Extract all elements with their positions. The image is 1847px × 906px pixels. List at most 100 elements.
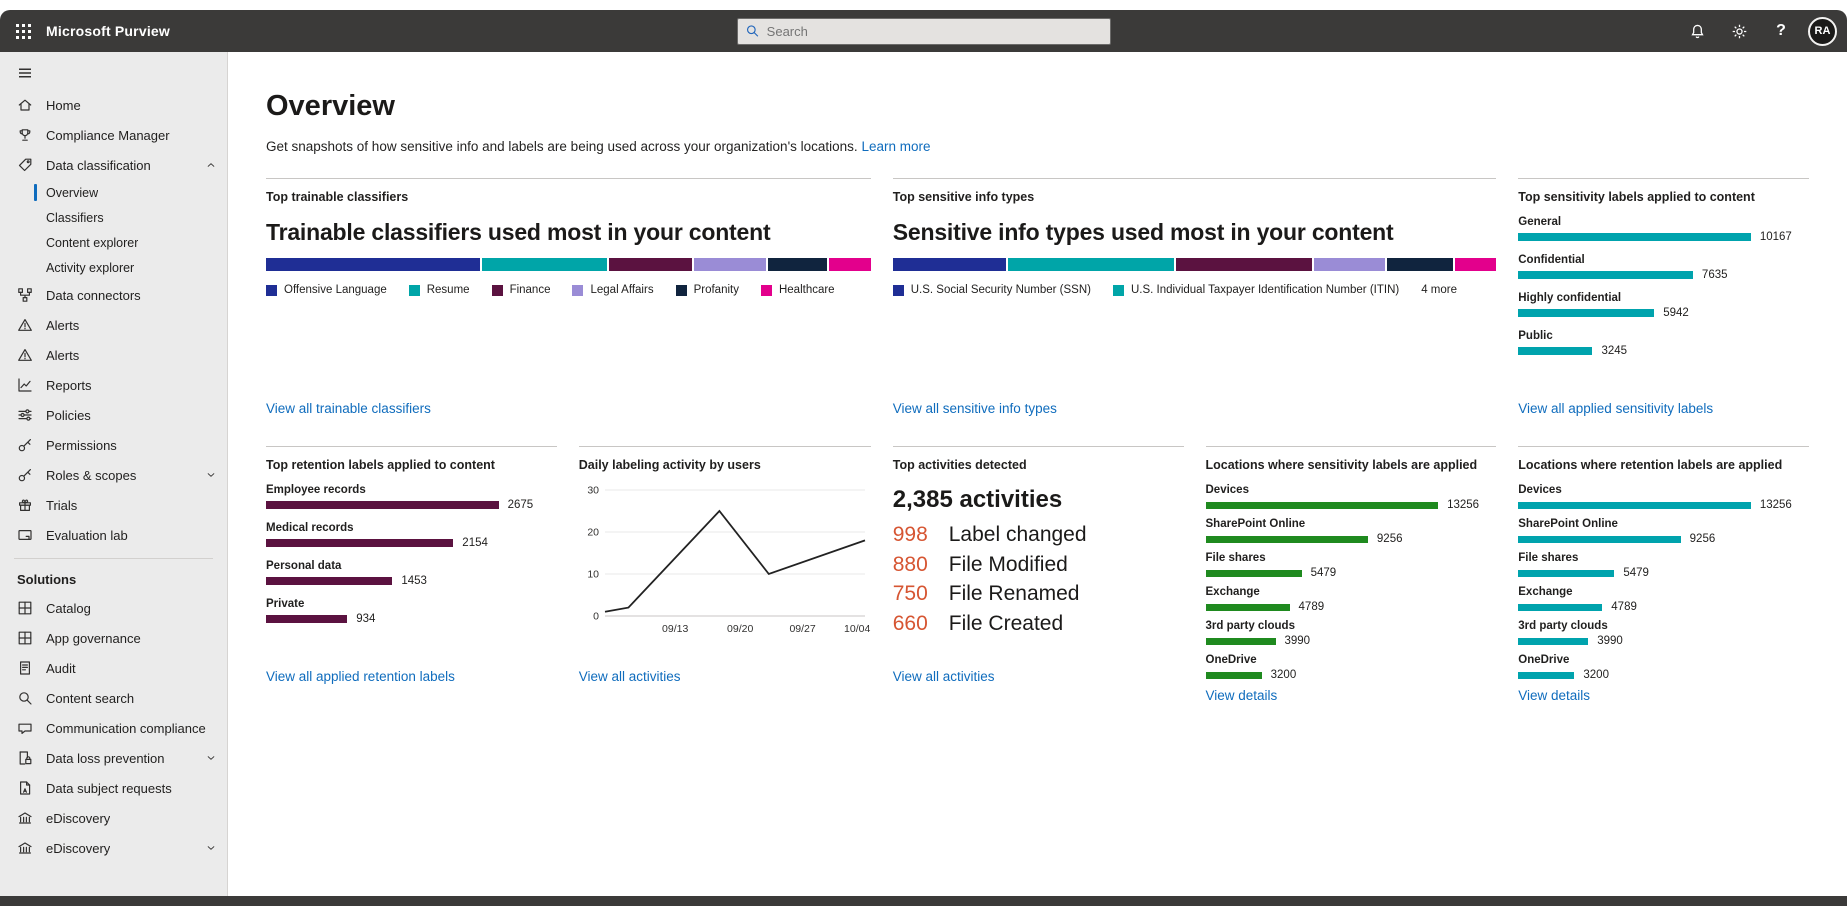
account-avatar[interactable]: RA xyxy=(1808,17,1837,46)
legend-label: Healthcare xyxy=(779,284,835,296)
sidebar-item-classifiers[interactable]: Classifiers xyxy=(0,205,227,230)
chevron-down-icon xyxy=(205,752,217,764)
bar-track: 3245 xyxy=(1518,345,1809,357)
sidebar-item-overview[interactable]: Overview xyxy=(0,180,227,205)
card-label: Top sensitive info types xyxy=(893,190,1497,204)
bar-row-sharepoint-online: SharePoint Online9256 xyxy=(1518,518,1809,545)
bar-track: 5479 xyxy=(1206,567,1497,579)
sidebar-item-ediscovery[interactable]: eDiscovery xyxy=(0,803,227,833)
legend-swatch xyxy=(1113,285,1124,296)
view-all-applied-retention-labels-link[interactable]: View all applied retention labels xyxy=(266,669,455,688)
view-all-sensitive-info-types-link[interactable]: View all sensitive info types xyxy=(893,401,1057,420)
bar-segment xyxy=(1387,258,1452,271)
sidebar-item-catalog[interactable]: Catalog xyxy=(0,593,227,623)
bar-value: 3990 xyxy=(1597,635,1623,647)
bar-segment-finance xyxy=(609,258,692,271)
sidebar-item-content-search[interactable]: Content search xyxy=(0,683,227,713)
sidebar-item-alerts[interactable]: Alerts xyxy=(0,310,227,340)
bell-icon xyxy=(1689,23,1706,40)
sidebar-item-roles-scopes[interactable]: Roles & scopes xyxy=(0,460,227,490)
x-tick-label: 09/27 xyxy=(789,623,815,635)
bar-value: 9256 xyxy=(1690,533,1716,545)
help-button[interactable]: ? xyxy=(1766,16,1796,46)
x-tick-label: 09/20 xyxy=(727,623,753,635)
bar-segment xyxy=(1455,258,1497,271)
bar-row-employee-records: Employee records2675 xyxy=(266,484,557,511)
legend-entry-healthcare: Healthcare xyxy=(761,284,835,296)
bar-category-label: General xyxy=(1518,216,1809,228)
sidebar-item-home[interactable]: Home xyxy=(0,90,227,120)
bar-category-label: Public xyxy=(1518,330,1809,342)
bar-fill xyxy=(1518,309,1654,317)
learn-more-link[interactable]: Learn more xyxy=(861,139,930,154)
activity-label: File Modified xyxy=(949,552,1068,578)
legend-swatch xyxy=(266,285,277,296)
settings-button[interactable] xyxy=(1724,16,1754,46)
card-retention-labels: Top retention labels applied to content … xyxy=(266,446,557,688)
sidebar-item-reports[interactable]: Reports xyxy=(0,370,227,400)
bar-value: 3200 xyxy=(1271,669,1297,681)
sidebar-item-ediscovery[interactable]: eDiscovery xyxy=(0,833,227,863)
bar-fill xyxy=(1518,638,1588,645)
bar-track: 5479 xyxy=(1518,567,1809,579)
activity-label: File Created xyxy=(949,611,1063,637)
view-all-applied-sensitivity-labels-link[interactable]: View all applied sensitivity labels xyxy=(1518,401,1713,420)
warning-icon xyxy=(17,347,33,363)
legend-entry-finance: Finance xyxy=(492,284,551,296)
bar-segment-u-s-social-security-number-ssn xyxy=(893,258,1006,271)
bar-category-label: OneDrive xyxy=(1518,654,1809,666)
sidebar-item-alerts[interactable]: Alerts xyxy=(0,340,227,370)
sidebar-item-evaluation-lab[interactable]: Evaluation lab xyxy=(0,520,227,550)
sidebar-item-data-classification[interactable]: Data classification xyxy=(0,150,227,180)
sidebar-item-data-subject-requests[interactable]: Data subject requests xyxy=(0,773,227,803)
legend-label: U.S. Social Security Number (SSN) xyxy=(911,284,1091,296)
legend-label: U.S. Individual Taxpayer Identification … xyxy=(1131,284,1399,296)
view-all-activities-link[interactable]: View all activities xyxy=(893,669,995,688)
bar-segment-resume xyxy=(482,258,607,271)
app-launcher-waffle-icon[interactable] xyxy=(0,10,46,52)
bar-row-private: Private934 xyxy=(266,598,557,625)
view-all-activities-link[interactable]: View all activities xyxy=(579,669,681,688)
search-input[interactable] xyxy=(767,24,1102,39)
bar-segment xyxy=(1176,258,1313,271)
bar-list: General10167Confidential7635Highly confi… xyxy=(1518,216,1809,357)
sidebar-item-label: Trials xyxy=(46,498,77,513)
legend-entry-u-s-individual-taxpayer-identification-number-itin: U.S. Individual Taxpayer Identification … xyxy=(1113,284,1399,296)
sidebar-item-communication-compliance[interactable]: Communication compliance xyxy=(0,713,227,743)
sidebar-item-data-loss-prevention[interactable]: Data loss prevention xyxy=(0,743,227,773)
sidebar-item-compliance-manager[interactable]: Compliance Manager xyxy=(0,120,227,150)
bar-value: 9256 xyxy=(1377,533,1403,545)
audit-icon xyxy=(17,660,33,676)
view-details-link[interactable]: View details xyxy=(1206,688,1278,707)
bar-track: 5942 xyxy=(1518,307,1809,319)
collapse-nav-button[interactable] xyxy=(0,56,227,90)
y-tick-label: 30 xyxy=(587,485,599,497)
card-label: Top sensitivity labels applied to conten… xyxy=(1518,190,1809,204)
sidebar-item-trials[interactable]: Trials xyxy=(0,490,227,520)
sidebar-item-data-connectors[interactable]: Data connectors xyxy=(0,280,227,310)
left-navigation: HomeCompliance ManagerData classificatio… xyxy=(0,52,228,896)
activity-row-label-changed: 998Label changed xyxy=(893,522,1184,548)
sidebar-item-app-governance[interactable]: App governance xyxy=(0,623,227,653)
dashboard-cards: Top trainable classifiers Trainable clas… xyxy=(266,178,1809,688)
view-all-trainable-classifiers-link[interactable]: View all trainable classifiers xyxy=(266,401,431,420)
taskbar-edge xyxy=(0,896,1847,906)
sidebar-item-audit[interactable]: Audit xyxy=(0,653,227,683)
activity-count: 750 xyxy=(893,581,939,607)
sidebar-item-policies[interactable]: Policies xyxy=(0,400,227,430)
legend-overflow[interactable]: 4 more xyxy=(1421,284,1457,296)
subtitle-text: Get snapshots of how sensitive info and … xyxy=(266,139,858,154)
view-details-link[interactable]: View details xyxy=(1518,688,1590,707)
legend-swatch xyxy=(893,285,904,296)
sidebar-item-content-explorer[interactable]: Content explorer xyxy=(0,230,227,255)
sidebar-item-label: Communication compliance xyxy=(46,721,206,736)
global-search[interactable] xyxy=(737,18,1111,45)
sidebar-item-activity-explorer[interactable]: Activity explorer xyxy=(0,255,227,280)
bar-track: 7635 xyxy=(1518,269,1809,281)
activity-label: File Renamed xyxy=(949,581,1080,607)
sensitivity-labels-chart: General10167Confidential7635Highly confi… xyxy=(1518,204,1809,368)
sidebar-item-label: Overview xyxy=(46,186,98,200)
sidebar-item-permissions[interactable]: Permissions xyxy=(0,430,227,460)
notifications-button[interactable] xyxy=(1682,16,1712,46)
bank-icon xyxy=(17,810,33,826)
